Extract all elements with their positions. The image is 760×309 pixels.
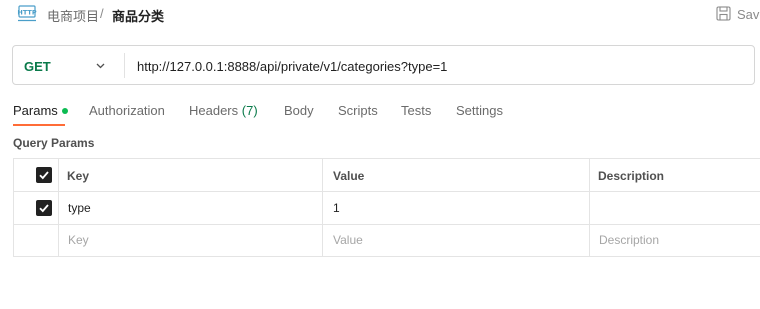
column-header-key: Key xyxy=(67,169,90,183)
tab-params[interactable]: Params xyxy=(13,103,68,118)
floppy-disk-icon[interactable] xyxy=(716,6,731,21)
param-row-checkbox[interactable] xyxy=(36,200,52,216)
table-border-row1 xyxy=(13,191,760,192)
table-divider-value xyxy=(589,158,590,257)
headers-count: (7) xyxy=(241,103,258,118)
query-params-title: Query Params xyxy=(13,136,95,150)
tab-headers[interactable]: Headers (7) xyxy=(189,103,258,118)
query-params-table: Key Value Description type 1 Key Value D… xyxy=(13,158,760,257)
table-border-top xyxy=(13,158,760,159)
checkmark-icon xyxy=(39,204,49,213)
param-key-cell[interactable]: type xyxy=(68,201,91,215)
tab-authorization[interactable]: Authorization xyxy=(89,103,165,118)
column-header-description: Description xyxy=(598,169,665,183)
params-active-dot xyxy=(61,107,68,114)
param-value-cell[interactable]: 1 xyxy=(333,201,340,215)
breadcrumb-separator: / xyxy=(100,6,104,21)
checkmark-icon xyxy=(39,171,49,180)
url-divider xyxy=(124,53,125,78)
tab-tests[interactable]: Tests xyxy=(401,103,431,118)
tab-settings[interactable]: Settings xyxy=(456,103,503,118)
tab-scripts[interactable]: Scripts xyxy=(338,103,378,118)
breadcrumb-request-name[interactable]: 商品分类 xyxy=(112,6,164,25)
table-border-bottom xyxy=(13,256,760,257)
request-url-bar: GET http://127.0.0.1:8888/api/private/v1… xyxy=(12,45,755,85)
chevron-down-icon[interactable] xyxy=(95,60,106,71)
breadcrumb-collection[interactable]: 电商项目 xyxy=(47,6,99,25)
svg-text:HTTP: HTTP xyxy=(17,9,36,17)
request-header: HTTP 电商项目 / 商品分类 Save xyxy=(0,0,760,30)
table-border-left xyxy=(13,158,14,257)
request-tabs: Params Authorization Headers (7) Body Sc… xyxy=(0,100,760,126)
http-icon: HTTP xyxy=(17,5,37,22)
column-header-value: Value xyxy=(333,169,365,183)
select-all-checkbox[interactable] xyxy=(36,167,52,183)
tab-headers-label: Headers xyxy=(189,103,239,118)
table-divider-key xyxy=(322,158,323,257)
new-param-value-input[interactable]: Value xyxy=(333,233,363,247)
save-button[interactable]: Save xyxy=(737,7,760,22)
url-input[interactable]: http://127.0.0.1:8888/api/private/v1/cat… xyxy=(137,59,447,74)
new-param-description-input[interactable]: Description xyxy=(599,233,659,247)
active-tab-underline xyxy=(13,124,65,126)
new-param-key-input[interactable]: Key xyxy=(68,233,89,247)
method-select[interactable]: GET xyxy=(24,59,51,74)
tab-body[interactable]: Body xyxy=(284,103,314,118)
table-border-row2 xyxy=(13,224,760,225)
tab-params-label: Params xyxy=(13,103,58,118)
table-divider-check xyxy=(58,158,59,257)
